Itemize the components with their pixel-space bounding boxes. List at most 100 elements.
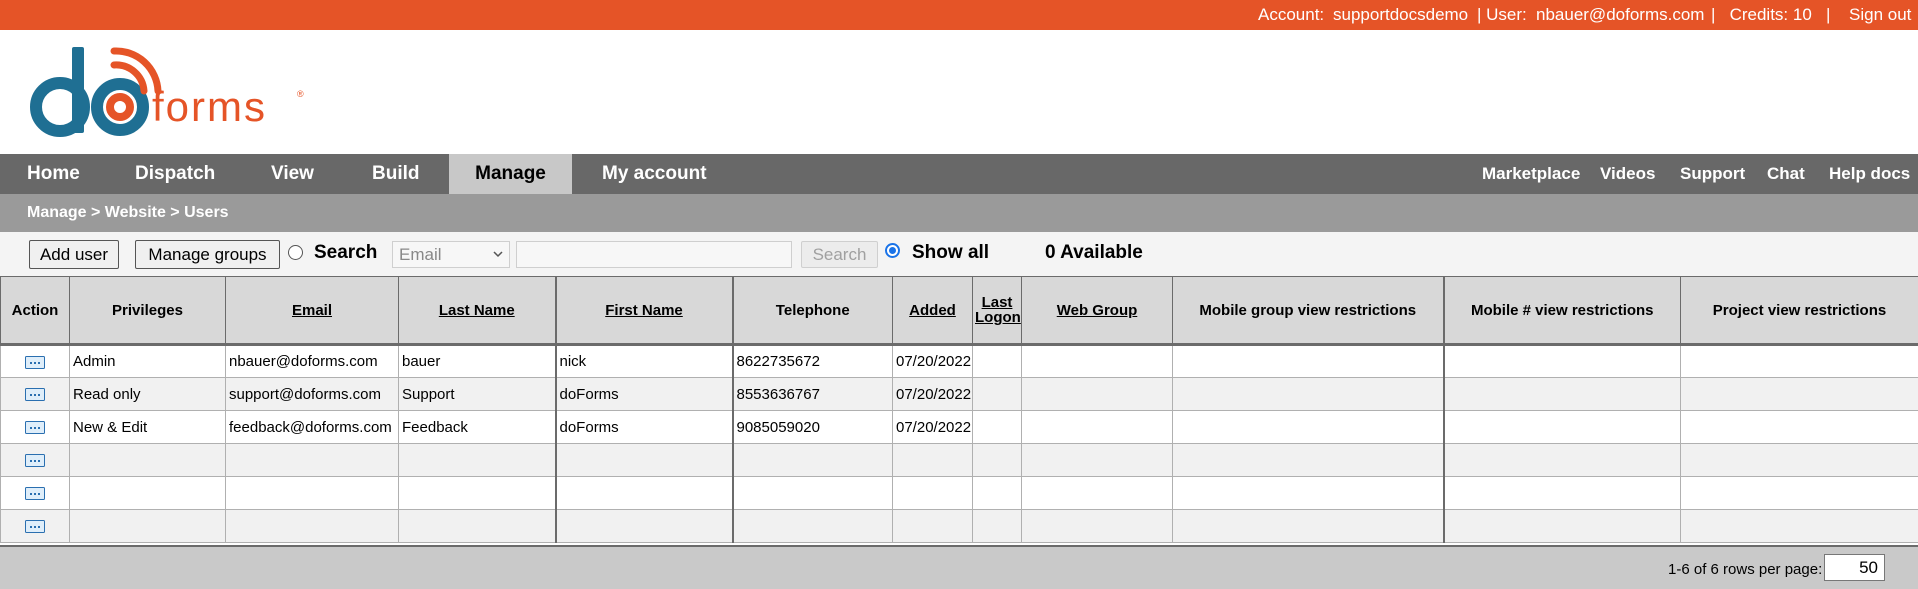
telephone-cell: 8622735672	[731, 343, 893, 378]
doforms-logo[interactable]: forms ®	[28, 45, 308, 140]
search-button[interactable]: Search	[801, 241, 878, 268]
edit-row-icon[interactable]	[25, 520, 45, 534]
first-name-cell: nick	[554, 343, 733, 378]
table-row[interactable]: New & Edit feedback@doforms.com Feedback do…	[0, 410, 1918, 444]
last-name-cell: Feedback	[398, 410, 556, 444]
last-name-cell: Support	[398, 377, 556, 411]
edit-row-icon[interactable]	[25, 454, 45, 468]
col-added[interactable]: Added	[892, 276, 973, 345]
col-last-name[interactable]: Last Name	[398, 276, 556, 345]
available-count: 0 Available	[1045, 242, 1143, 263]
manage-groups-button[interactable]: Manage groups	[135, 240, 280, 269]
privileges-cell: Admin	[69, 343, 226, 378]
col-email[interactable]: Email	[225, 276, 399, 345]
telephone-cell	[731, 476, 893, 510]
mobile-group-cell	[1172, 443, 1444, 477]
search-input[interactable]	[516, 241, 792, 268]
web-group-cell	[1021, 377, 1173, 411]
edit-row-icon[interactable]	[25, 355, 45, 369]
project-cell	[1680, 509, 1918, 543]
mobile-group-cell	[1172, 343, 1444, 378]
mobile-number-cell	[1442, 509, 1681, 543]
added-cell	[892, 476, 973, 510]
col-last-logon[interactable]: Last Logon	[972, 276, 1022, 345]
top-bar: Account: supportdocsdemo | User: nbauer@…	[0, 0, 1918, 30]
last-name-cell	[398, 476, 556, 510]
nav-my-account[interactable]: My account	[580, 154, 729, 194]
col-web-group[interactable]: Web Group	[1021, 276, 1173, 345]
col-mobile-number-restrictions: Mobile # view restrictions	[1442, 276, 1681, 345]
web-group-cell	[1021, 343, 1173, 378]
first-name-cell	[554, 443, 733, 477]
privileges-cell	[69, 509, 226, 543]
last-logon-cell	[972, 377, 1022, 411]
project-cell	[1680, 377, 1918, 411]
table-row[interactable]	[0, 443, 1918, 477]
first-name-cell	[554, 476, 733, 510]
action-cell[interactable]	[0, 443, 70, 477]
nav-support[interactable]: Support	[1680, 154, 1745, 194]
sign-out-link[interactable]: Sign out	[1849, 5, 1911, 25]
user-label: | User:	[1477, 5, 1527, 24]
email-cell: feedback@doforms.com	[225, 410, 399, 444]
nav-build[interactable]: Build	[350, 154, 442, 194]
table-header-row: Action Privileges Email Last Name First …	[0, 276, 1918, 345]
nav-marketplace[interactable]: Marketplace	[1482, 154, 1580, 194]
privileges-cell: Read only	[69, 377, 226, 411]
mobile-group-cell	[1172, 377, 1444, 411]
search-label: Search	[314, 242, 378, 263]
nav-home[interactable]: Home	[5, 154, 102, 194]
web-group-cell	[1021, 509, 1173, 543]
add-user-button[interactable]: Add user	[29, 240, 119, 269]
first-name-cell: doForms	[554, 410, 733, 444]
nav-videos[interactable]: Videos	[1600, 154, 1655, 194]
nav-help-docs[interactable]: Help docs	[1829, 154, 1910, 194]
table-row[interactable]: Admin nbauer@doforms.com bauer nick 86227356…	[0, 343, 1918, 378]
email-cell	[225, 443, 399, 477]
table-footer: 1-6 of 6 rows per page: 50	[0, 545, 1918, 589]
web-group-cell	[1021, 443, 1173, 477]
col-project-restrictions: Project view restrictions	[1680, 276, 1918, 345]
first-name-cell: doForms	[554, 377, 733, 411]
last-logon-cell	[972, 443, 1022, 477]
action-cell[interactable]	[0, 377, 70, 411]
pagination-info: 1-6 of 6 rows per page:	[1668, 561, 1823, 578]
account-label: Account:	[1258, 5, 1325, 24]
col-action: Action	[0, 276, 70, 345]
show-all-radio[interactable]	[885, 243, 900, 258]
search-field-select[interactable]: Email	[392, 241, 510, 268]
privileges-cell: New & Edit	[69, 410, 226, 444]
search-radio[interactable]	[288, 245, 303, 260]
last-name-cell: bauer	[398, 343, 556, 378]
telephone-cell	[731, 509, 893, 543]
telephone-cell: 9085059020	[731, 410, 893, 444]
show-all-label: Show all	[912, 242, 990, 263]
nav-dispatch[interactable]: Dispatch	[113, 154, 237, 194]
added-cell	[892, 443, 973, 477]
edit-row-icon[interactable]	[25, 388, 45, 402]
table-row[interactable]	[0, 509, 1918, 543]
table-row[interactable]: Read only support@doforms.com Support doFor…	[0, 377, 1918, 411]
table-row[interactable]	[0, 476, 1918, 510]
web-group-cell	[1021, 476, 1173, 510]
users-table: Action Privileges Email Last Name First …	[0, 276, 1918, 543]
nav-chat[interactable]: Chat	[1767, 154, 1805, 194]
credits: | Credits: 10 |	[1711, 5, 1831, 24]
privileges-cell	[69, 443, 226, 477]
toolbar: Add user Manage groups Search Email Sear…	[0, 232, 1918, 276]
nav-manage[interactable]: Manage	[449, 154, 572, 194]
col-first-name[interactable]: First Name	[554, 276, 733, 345]
edit-row-icon[interactable]	[25, 487, 45, 501]
action-cell[interactable]	[0, 509, 70, 543]
email-cell: nbauer@doforms.com	[225, 343, 399, 378]
added-cell: 07/20/2022	[892, 343, 973, 378]
action-cell[interactable]	[0, 343, 70, 378]
rows-per-page-input[interactable]: 50	[1824, 554, 1885, 581]
table-body: Admin nbauer@doforms.com bauer nick 86227356…	[0, 343, 1918, 543]
edit-row-icon[interactable]	[25, 421, 45, 435]
col-mobile-group-restrictions: Mobile group view restrictions	[1172, 276, 1444, 345]
nav-view[interactable]: View	[249, 154, 336, 194]
mobile-number-cell	[1442, 343, 1681, 378]
action-cell[interactable]	[0, 476, 70, 510]
action-cell[interactable]	[0, 410, 70, 444]
